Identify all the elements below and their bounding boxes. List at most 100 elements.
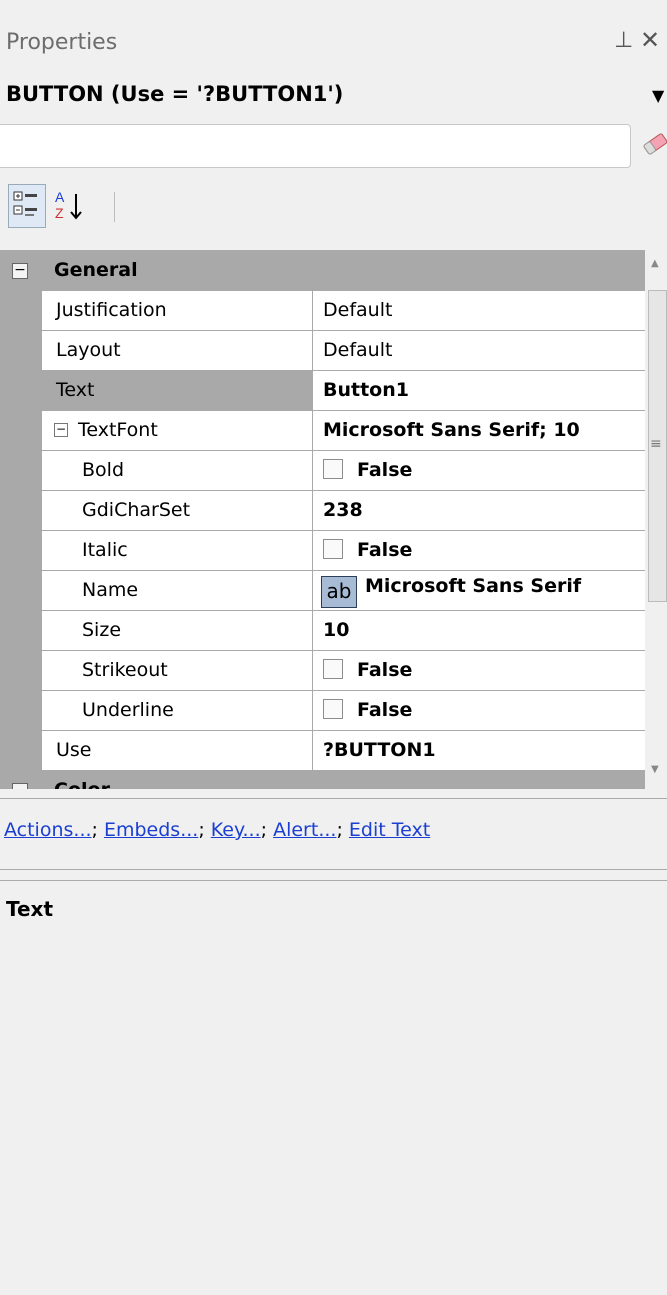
property-name-cell[interactable]: Justification [42, 291, 313, 331]
category-general[interactable]: − General [0, 251, 645, 291]
close-icon[interactable]: ✕ [640, 26, 660, 54]
property-name: Use [56, 739, 92, 761]
property-value: False [357, 539, 413, 561]
property-name-cell[interactable]: Bold [42, 451, 313, 491]
property-name-cell[interactable]: GdiCharSet [42, 491, 313, 531]
category-label: Color [54, 779, 110, 789]
checkbox-unchecked[interactable] [323, 539, 343, 559]
category-color[interactable]: − Color [0, 771, 645, 789]
pin-icon[interactable]: ⊥ [614, 28, 633, 53]
toolbar-separator [114, 192, 115, 222]
property-row-layout[interactable]: Layout Default [0, 331, 645, 371]
property-value-cell[interactable]: False [313, 651, 645, 691]
scroll-grip-icon: ≡ [650, 436, 662, 452]
property-value-cell[interactable]: 10 [313, 611, 645, 651]
property-name: Strikeout [82, 659, 168, 681]
property-name-cell[interactable]: Italic [42, 531, 313, 571]
dropdown-arrow-icon[interactable]: ▼ [652, 86, 664, 105]
property-row-gdicharset[interactable]: GdiCharSet 238 [0, 491, 645, 531]
property-value: Default [323, 339, 393, 361]
property-value-cell[interactable]: ab Microsoft Sans Serif [313, 571, 645, 611]
categorized-button[interactable] [8, 184, 46, 228]
window-title: Properties [6, 30, 118, 55]
property-value: Microsoft Sans Serif; 10 [323, 419, 580, 441]
row-margin [0, 691, 42, 731]
collapse-icon[interactable]: − [12, 783, 28, 789]
property-row-italic[interactable]: Italic False [0, 531, 645, 571]
embeds-link[interactable]: Embeds... [104, 819, 198, 841]
property-grid: − General Justification Default Layout D… [0, 250, 645, 789]
alert-link[interactable]: Alert... [273, 819, 336, 841]
property-name: GdiCharSet [82, 499, 191, 521]
property-row-textfont[interactable]: − TextFont Microsoft Sans Serif; 10 [0, 411, 645, 451]
scroll-up-icon[interactable]: ▲ [651, 258, 659, 269]
checkbox-unchecked[interactable] [323, 659, 343, 679]
property-name: Justification [56, 299, 167, 321]
property-row-underline[interactable]: Underline False [0, 691, 645, 731]
property-value: Microsoft Sans Serif [365, 575, 582, 597]
row-margin [0, 571, 42, 611]
property-name-cell[interactable]: Use [42, 731, 313, 771]
property-name: Italic [82, 539, 128, 561]
property-value: Default [323, 299, 393, 321]
property-toolbar: A Z [0, 178, 667, 240]
property-value-cell[interactable]: Default [313, 291, 645, 331]
property-row-size[interactable]: Size 10 [0, 611, 645, 651]
property-value: False [357, 459, 413, 481]
property-name-cell[interactable]: Name [42, 571, 313, 611]
description-title: Text [6, 897, 54, 921]
link-separator: ; [260, 819, 268, 841]
property-name: Underline [82, 699, 174, 721]
property-name-cell[interactable]: Text [42, 371, 313, 411]
property-name-cell[interactable]: − TextFont [42, 411, 313, 451]
collapse-icon[interactable]: − [12, 263, 28, 279]
font-preview-icon: ab [321, 576, 357, 608]
property-row-name[interactable]: Name ab Microsoft Sans Serif [0, 571, 645, 611]
link-separator: ; [91, 819, 98, 841]
property-row-text[interactable]: Text Button1 [0, 371, 645, 411]
link-separator: ; [198, 819, 205, 841]
property-name: Bold [82, 459, 124, 481]
property-row-justification[interactable]: Justification Default [0, 291, 645, 331]
property-name: Layout [56, 339, 121, 361]
row-margin [0, 411, 42, 451]
property-value-cell[interactable]: False [313, 691, 645, 731]
object-selector-value: BUTTON (Use = '?BUTTON1') [6, 82, 344, 106]
row-margin [0, 331, 42, 371]
property-value-cell[interactable]: 238 [313, 491, 645, 531]
property-value-cell[interactable]: Microsoft Sans Serif; 10 [313, 411, 645, 451]
property-name-cell[interactable]: Underline [42, 691, 313, 731]
object-selector[interactable]: BUTTON (Use = '?BUTTON1') ▼ [0, 76, 667, 112]
checkbox-unchecked[interactable] [323, 459, 343, 479]
collapse-icon[interactable]: − [54, 423, 68, 437]
property-row-strikeout[interactable]: Strikeout False [0, 651, 645, 691]
property-value-cell[interactable]: False [313, 451, 645, 491]
key-link[interactable]: Key... [211, 819, 261, 841]
property-row-use[interactable]: Use ?BUTTON1 [0, 731, 645, 771]
svg-text:A: A [55, 189, 65, 205]
property-row-bold[interactable]: Bold False [0, 451, 645, 491]
actions-link[interactable]: Actions... [4, 819, 92, 841]
checkbox-unchecked[interactable] [323, 699, 343, 719]
property-name-cell[interactable]: Strikeout [42, 651, 313, 691]
property-value-cell[interactable]: False [313, 531, 645, 571]
scroll-down-icon[interactable]: ▼ [651, 764, 659, 775]
property-value-cell[interactable]: ?BUTTON1 [313, 731, 645, 771]
property-value: 10 [323, 619, 350, 641]
property-value-cell[interactable]: Default [313, 331, 645, 371]
edit-text-link[interactable]: Edit Text [349, 819, 430, 841]
property-name-cell[interactable]: Layout [42, 331, 313, 371]
eraser-icon[interactable] [642, 130, 667, 156]
alphabetical-button[interactable]: A Z [52, 184, 88, 226]
search-input[interactable] [0, 124, 631, 168]
property-value-cell[interactable]: Button1 [313, 371, 645, 411]
property-name: TextFont [78, 419, 158, 441]
row-margin [0, 491, 42, 531]
row-margin [0, 731, 42, 771]
property-value: Button1 [323, 379, 409, 401]
row-margin [0, 291, 42, 331]
row-margin [0, 531, 42, 571]
property-name-cell[interactable]: Size [42, 611, 313, 651]
property-value: False [357, 699, 413, 721]
grid-scrollbar[interactable]: ▲ ≡ ▼ [646, 250, 667, 788]
